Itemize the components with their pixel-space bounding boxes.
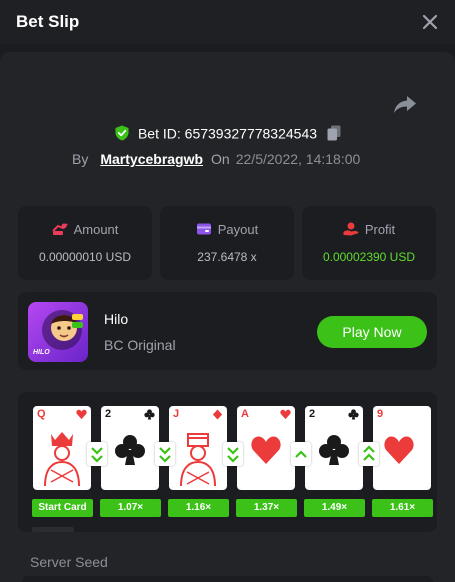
heart-icon	[76, 409, 87, 420]
bet-id: Bet ID: 65739327778324543	[137, 125, 318, 142]
club-icon	[115, 435, 145, 465]
game-subtitle: BC Original	[104, 337, 176, 353]
card-rank: 2	[105, 408, 112, 420]
card-rank: J	[173, 408, 180, 420]
multiplier-badge: 1.61×	[372, 499, 433, 517]
game-name: Hilo	[104, 311, 129, 327]
card-queen-of-hearts: Q	[33, 406, 91, 490]
card-nine-of-hearts: 9	[373, 406, 431, 490]
bet-slip-header: Bet Slip	[0, 0, 455, 44]
card-jack-of-diamonds: J	[169, 406, 227, 490]
close-icon[interactable]	[419, 11, 441, 33]
game-card: HILO Hilo BC Original Play Now	[18, 292, 437, 370]
multiplier-badge: 1.37×	[236, 499, 297, 517]
heart-icon	[384, 436, 414, 464]
bet-author-row: By Martycebragwb On 22/5/2022, 14:18:00	[72, 151, 360, 167]
card-rank: 9	[377, 408, 384, 420]
verified-shield-icon	[115, 125, 129, 141]
username-link[interactable]: Martycebragwb	[100, 151, 203, 167]
modal-title: Bet Slip	[16, 12, 80, 31]
heart-icon	[251, 436, 281, 464]
higher-move-icon	[291, 442, 311, 466]
server-seed-field[interactable]	[22, 576, 433, 582]
hilo-thumb-text: HILO	[33, 349, 50, 356]
copy-icon[interactable]	[327, 125, 341, 141]
bet-date: 22/5/2022, 14:18:00	[235, 151, 361, 167]
profit-value: 0.00002390 USD	[322, 250, 416, 264]
profit-stat: Profit 0.00002390 USD	[302, 206, 436, 280]
multiplier-badge: 1.16×	[168, 499, 229, 517]
start-card-badge: Start Card	[32, 499, 93, 517]
by-label: By	[72, 151, 89, 167]
lower-move-icon	[87, 442, 107, 466]
multiplier-badge: 1.49×	[304, 499, 365, 517]
card-rank: A	[241, 408, 249, 420]
club-icon	[319, 435, 349, 465]
multiplier-badge: 1.07×	[100, 499, 161, 517]
on-label: On	[211, 151, 230, 167]
higher-move-icon	[359, 442, 379, 466]
amount-stat: Amount 0.00000010 USD	[18, 206, 152, 280]
hilo-thumbnail[interactable]: HILO	[28, 302, 88, 362]
lower-move-icon	[223, 442, 243, 466]
lower-move-icon	[155, 442, 175, 466]
queen-face-icon	[44, 432, 80, 486]
server-seed-label: Server Seed	[30, 554, 108, 570]
card-two-of-clubs: 2	[101, 406, 159, 490]
diamond-icon	[212, 409, 223, 420]
play-now-button[interactable]: Play Now	[317, 316, 427, 348]
payout-stat: Payout 237.6478 x	[160, 206, 294, 280]
wallet-icon	[196, 223, 211, 235]
profit-icon	[343, 222, 359, 236]
card-ace-of-hearts: A	[237, 406, 295, 490]
amount-label: Amount	[73, 222, 119, 237]
amount-value: 0.00000010 USD	[38, 250, 132, 264]
card-two-of-clubs: 2	[305, 406, 363, 490]
heart-icon	[280, 409, 291, 420]
card-rank: Q	[37, 408, 46, 420]
payout-label: Payout	[217, 222, 259, 237]
share-icon[interactable]	[393, 94, 417, 114]
club-icon	[144, 409, 155, 420]
horizontal-scrollbar[interactable]	[32, 527, 74, 532]
card-rank: 2	[309, 408, 316, 420]
coins-icon	[51, 223, 68, 235]
profit-label: Profit	[364, 222, 396, 237]
bet-id-row: Bet ID: 65739327778324543	[0, 124, 455, 141]
club-icon	[348, 409, 359, 420]
jack-face-icon	[180, 433, 216, 486]
payout-value: 237.6478 x	[197, 250, 257, 264]
